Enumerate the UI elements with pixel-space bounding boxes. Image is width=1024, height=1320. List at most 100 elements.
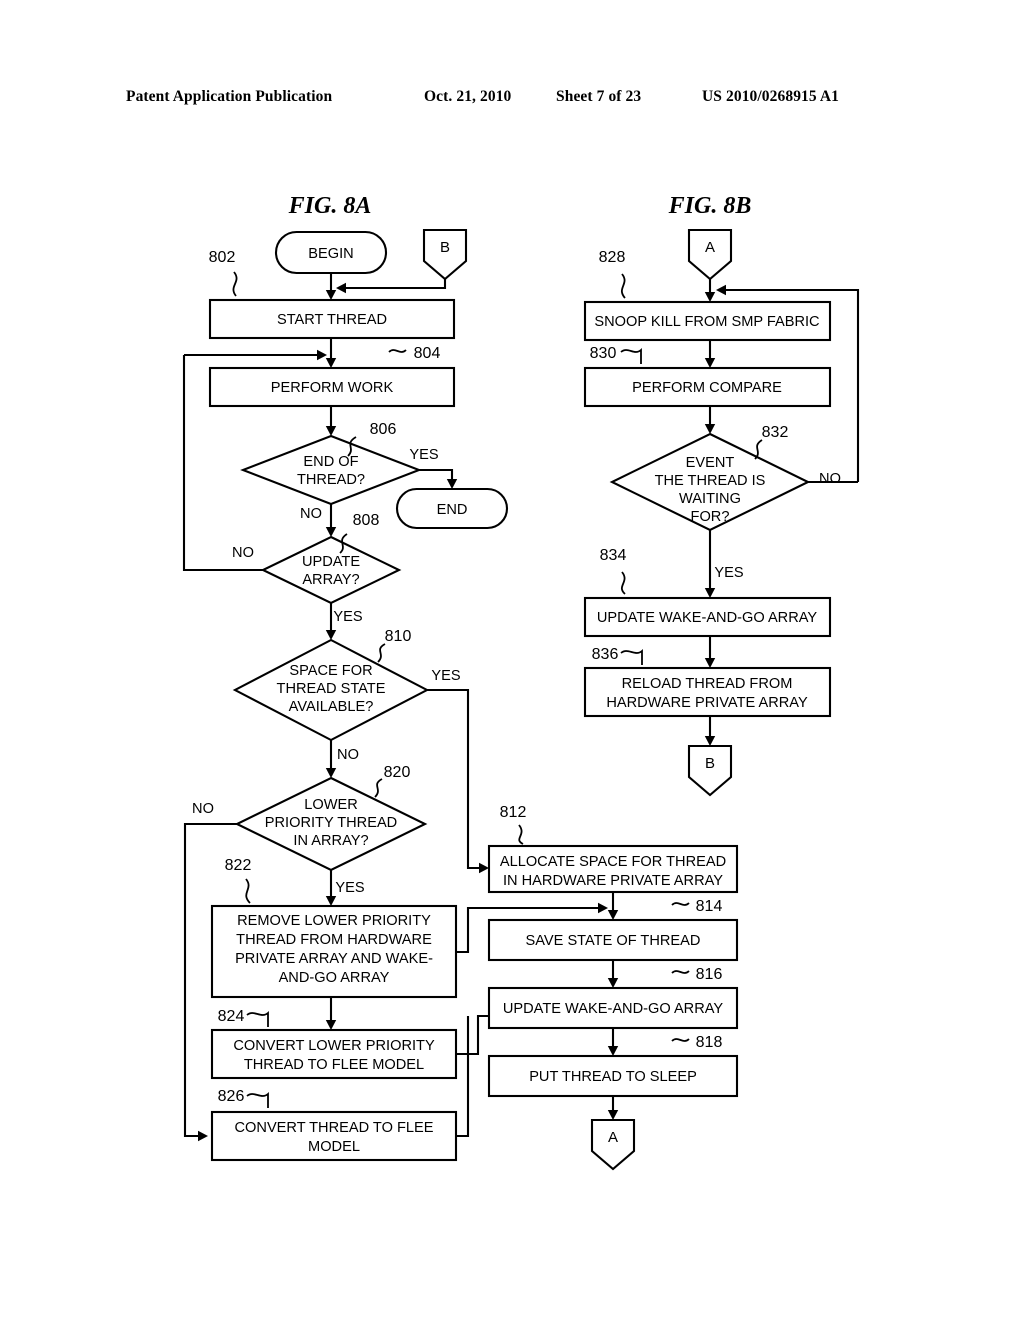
edge-826-to-818 xyxy=(456,1016,470,1138)
label-yes-832: YES xyxy=(714,565,743,581)
ref-832: 832 xyxy=(762,424,789,441)
ref-830: 830 xyxy=(590,345,617,362)
leader-818 xyxy=(671,1038,690,1042)
process-822-line4: AND-GO ARRAY xyxy=(279,970,390,986)
process-826-line1: CONVERT THREAD TO FLEE xyxy=(235,1120,434,1136)
ref-826: 826 xyxy=(218,1088,245,1105)
decision-820-line1: LOWER xyxy=(304,797,358,813)
decision-806-line1: END OF xyxy=(303,454,358,470)
label-no-832: NO xyxy=(819,471,841,487)
arrowhead xyxy=(598,902,608,914)
arrowhead xyxy=(446,479,458,489)
arrowhead xyxy=(325,768,337,778)
arrowhead xyxy=(716,284,726,296)
arrowhead xyxy=(325,426,337,436)
arrowhead xyxy=(607,1110,619,1120)
arrowhead xyxy=(704,358,716,368)
leader-834 xyxy=(620,571,626,595)
label-no-810: NO xyxy=(337,747,359,763)
arrowhead xyxy=(704,658,716,668)
decision-810-line1: SPACE FOR xyxy=(289,663,372,679)
ref-822: 822 xyxy=(225,857,252,874)
arrowhead xyxy=(325,358,337,368)
process-802-label: START THREAD xyxy=(277,312,387,328)
decision-808-update-array xyxy=(260,535,402,605)
terminal-begin-label: BEGIN xyxy=(308,246,353,262)
arrowhead xyxy=(325,1020,337,1030)
connector-a-inbound-label: A xyxy=(705,239,715,256)
arrowhead xyxy=(325,630,337,640)
leader-830 xyxy=(620,348,642,364)
connector-b-outbound-label: B xyxy=(705,755,715,772)
arrowhead xyxy=(336,282,346,294)
process-836-line1: RELOAD THREAD FROM xyxy=(622,676,793,692)
arrowhead xyxy=(704,736,716,746)
leader-822 xyxy=(245,878,251,904)
leader-812 xyxy=(518,824,524,845)
ref-810: 810 xyxy=(385,628,412,645)
arrowhead xyxy=(325,896,337,906)
arrowhead xyxy=(325,290,337,300)
ref-814: 814 xyxy=(696,898,723,915)
decision-832-line4: FOR? xyxy=(691,509,730,525)
process-826-line2: MODEL xyxy=(308,1139,360,1155)
decision-810-line2: THREAD STATE xyxy=(277,681,386,697)
process-824-line1: CONVERT LOWER PRIORITY xyxy=(233,1038,435,1054)
process-804-label: PERFORM WORK xyxy=(271,380,394,396)
leader-820 xyxy=(374,778,383,798)
leader-826 xyxy=(246,1092,269,1108)
ref-806: 806 xyxy=(370,421,397,438)
label-yes-806: YES xyxy=(409,447,438,463)
ref-820: 820 xyxy=(384,764,411,781)
leader-828 xyxy=(620,273,626,299)
connector-b-inbound-label: B xyxy=(440,239,450,256)
ref-824: 824 xyxy=(218,1008,245,1025)
label-yes-820: YES xyxy=(335,880,364,896)
edge-810yes-to-812 xyxy=(427,688,481,870)
process-816-label: UPDATE WAKE-AND-GO ARRAY xyxy=(503,1001,724,1017)
ref-816: 816 xyxy=(696,966,723,983)
leader-810 xyxy=(377,643,386,663)
process-836-line2: HARDWARE PRIVATE ARRAY xyxy=(606,695,808,711)
leader-816 xyxy=(671,970,690,974)
flowchart-figures: FIG. 8A FIG. 8B BEGIN B START THREAD 802… xyxy=(182,193,860,1171)
arrowhead xyxy=(198,1130,208,1142)
label-no-808: NO xyxy=(232,545,254,561)
decision-810-line3: AVAILABLE? xyxy=(289,699,374,715)
connector-a-outbound-label: A xyxy=(608,1129,618,1146)
process-822-line3: PRIVATE ARRAY AND WAKE- xyxy=(235,951,433,967)
ref-818: 818 xyxy=(696,1034,723,1051)
figure-label-8b: FIG. 8B xyxy=(668,193,752,219)
leader-802 xyxy=(232,271,238,297)
decision-820-line3: IN ARRAY? xyxy=(293,833,368,849)
arrowhead xyxy=(704,588,716,598)
leader-814 xyxy=(671,902,690,906)
decision-806-line2: THREAD? xyxy=(297,472,365,488)
leader-804 xyxy=(388,349,407,353)
process-812-line1: ALLOCATE SPACE FOR THREAD xyxy=(500,854,726,870)
process-814-label: SAVE STATE OF THREAD xyxy=(526,933,701,949)
arrowhead xyxy=(479,862,489,874)
process-818-label: PUT THREAD TO SLEEP xyxy=(529,1069,697,1085)
process-822-line1: REMOVE LOWER PRIORITY xyxy=(237,913,431,929)
edge-806yes-to-end xyxy=(419,468,454,482)
process-830-label: PERFORM COMPARE xyxy=(632,380,782,396)
process-828-label: SNOOP KILL FROM SMP FABRIC xyxy=(594,314,819,330)
arrowhead xyxy=(325,527,337,537)
leader-832 xyxy=(754,439,763,460)
decision-808-line2: ARRAY? xyxy=(302,572,359,588)
arrowhead xyxy=(607,978,619,988)
decision-832-line3: WAITING xyxy=(679,491,741,507)
ref-808: 808 xyxy=(353,512,380,529)
label-yes-810: YES xyxy=(431,668,460,684)
process-824-line2: THREAD TO FLEE MODEL xyxy=(244,1057,424,1073)
arrowhead xyxy=(704,292,716,302)
process-834-label: UPDATE WAKE-AND-GO ARRAY xyxy=(597,610,818,626)
arrowhead xyxy=(607,1046,619,1056)
label-yes-808: YES xyxy=(333,609,362,625)
process-812-line2: IN HARDWARE PRIVATE ARRAY xyxy=(503,873,723,889)
ref-812: 812 xyxy=(500,804,527,821)
leader-836 xyxy=(620,649,643,665)
terminal-end-label: END xyxy=(437,502,468,518)
decision-808-line1: UPDATE xyxy=(302,554,360,570)
